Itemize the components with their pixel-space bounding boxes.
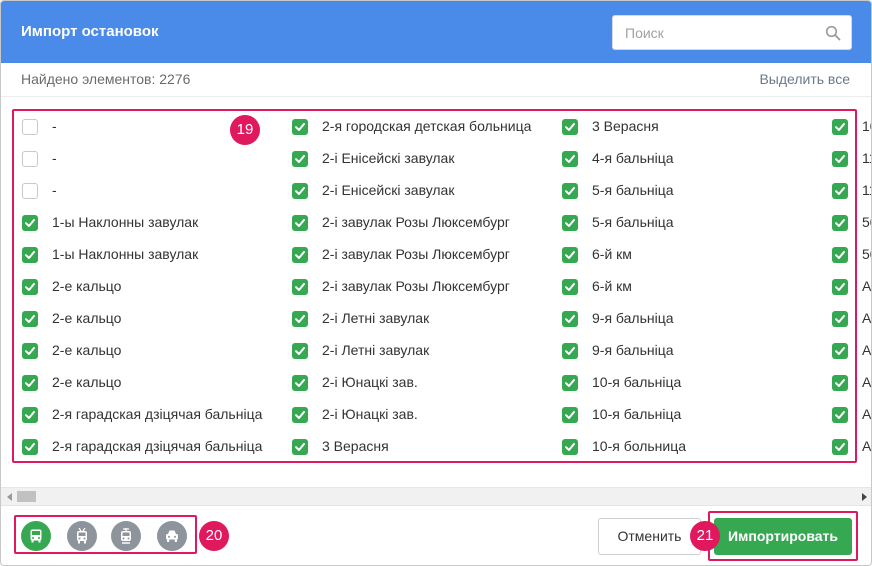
cancel-button[interactable]: Отменить: [598, 518, 701, 555]
horizontal-scrollbar[interactable]: [1, 487, 871, 505]
stop-label: 50: [862, 246, 871, 262]
scroll-right-icon[interactable]: [862, 493, 867, 501]
dialog-header: Импорт остановок: [1, 1, 871, 63]
annotation-badge-transport: 20: [199, 521, 229, 551]
annotation-badge-list: 19: [230, 115, 260, 145]
search-input[interactable]: [613, 16, 818, 49]
transport-annotation-box: [14, 515, 197, 554]
stop-label: 11: [862, 182, 871, 198]
stop-label: Ав: [862, 278, 872, 294]
stop-label: Ав: [862, 342, 872, 358]
stop-label: Ав: [862, 374, 872, 390]
annotation-badge-import: 21: [690, 521, 720, 551]
stop-label: 50: [862, 214, 871, 230]
found-count: Найдено элементов: 2276: [21, 71, 191, 87]
stop-label: 10: [862, 118, 871, 134]
scroll-left-icon[interactable]: [7, 493, 12, 501]
stop-label: Ав: [862, 310, 872, 326]
select-all-link[interactable]: Выделить все: [759, 71, 850, 87]
search-icon[interactable]: [825, 25, 841, 41]
stop-label: Ав: [862, 438, 872, 454]
footer-divider: [1, 505, 871, 506]
list-annotation-box: [12, 109, 857, 463]
stop-label: 11: [862, 150, 871, 166]
search-box[interactable]: [612, 15, 852, 50]
stop-label: Ав: [862, 406, 872, 422]
import-stops-dialog: Импорт остановок Найдено элементов: 2276…: [0, 0, 872, 566]
dialog-title: Импорт остановок: [21, 23, 159, 40]
import-button[interactable]: Импортировать: [714, 518, 852, 555]
scrollbar-thumb[interactable]: [17, 491, 36, 502]
